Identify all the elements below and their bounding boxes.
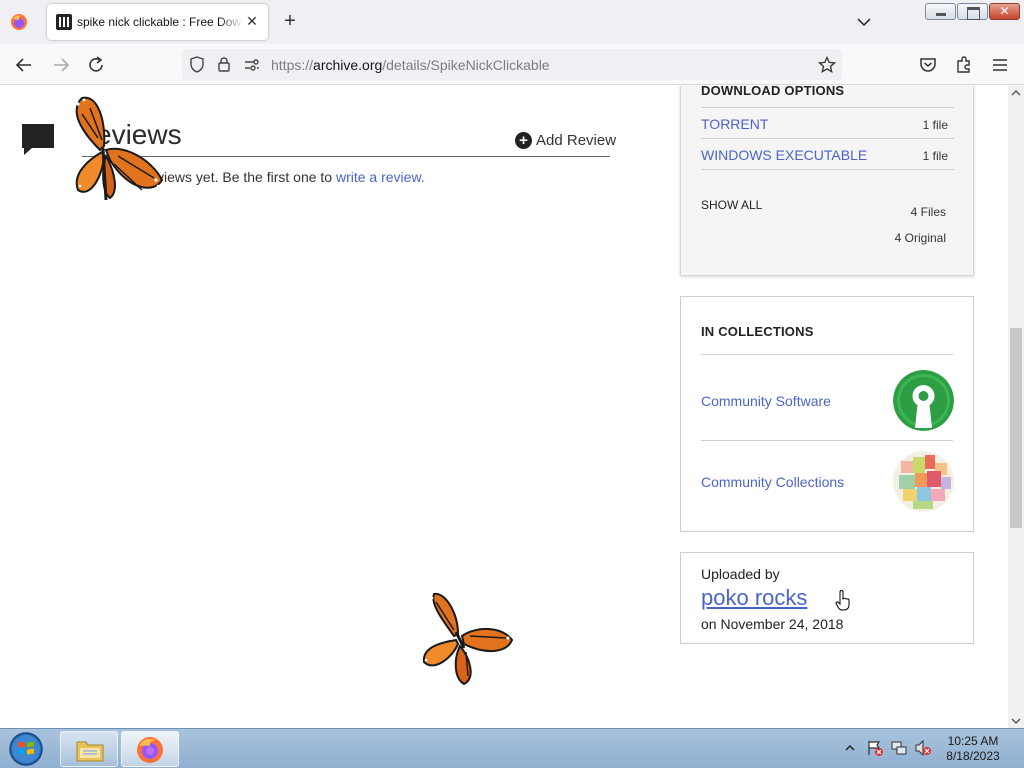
tab-title: spike nick clickable : Free Download, Bo…	[77, 15, 243, 29]
taskbar-clock[interactable]: 10:25 AM 8/18/2023	[944, 734, 1002, 764]
collections-panel: IN COLLECTIONS Community Software Commun…	[680, 296, 974, 532]
hand-cursor-icon	[835, 590, 850, 611]
clock-time: 10:25 AM	[947, 734, 999, 748]
shield-icon[interactable]	[189, 56, 205, 73]
taskbar: 10:25 AM 8/18/2023	[0, 728, 1024, 768]
page-content: eviews + Add Review Treviews yet. Be the…	[0, 86, 1008, 728]
add-review-label: Add Review	[536, 132, 617, 149]
bookmark-star-icon[interactable]	[818, 56, 836, 74]
volume-muted-icon[interactable]	[914, 739, 932, 757]
clock-date: 8/18/2023	[946, 749, 1000, 763]
download-row: WINDOWS EXECUTABLE 1 file	[701, 138, 954, 169]
scrollbar-thumb[interactable]	[1010, 328, 1022, 528]
original-files-count: 4 Original	[894, 231, 946, 245]
tab-close-icon[interactable]: ✕	[244, 13, 260, 29]
address-bar[interactable]: https://archive.org/details/SpikeNickCli…	[182, 49, 842, 80]
collection-link-community-software[interactable]: Community Software	[701, 393, 831, 409]
download-divider	[701, 169, 954, 170]
download-torrent-link[interactable]: TORRENT	[701, 116, 768, 132]
minimize-button[interactable]	[925, 3, 956, 20]
collection-link-community-collections[interactable]: Community Collections	[701, 474, 844, 490]
keyhole-logo-icon[interactable]	[893, 370, 954, 431]
scroll-down-arrow-icon[interactable]	[1011, 716, 1021, 726]
collections-divider	[701, 354, 953, 355]
action-center-flag-icon[interactable]	[866, 739, 884, 757]
upload-date: on November 24, 2018	[701, 616, 844, 632]
download-row: TORRENT 1 file	[701, 107, 954, 138]
download-options-panel: DOWNLOAD OPTIONS TORRENT 1 file WINDOWS …	[680, 86, 974, 276]
uploaded-by-label: Uploaded by	[701, 566, 780, 582]
speech-bubble-icon	[22, 124, 54, 155]
active-tab[interactable]: spike nick clickable : Free Download, Bo…	[47, 4, 268, 40]
show-hidden-icons-icon[interactable]	[844, 743, 856, 753]
total-files-count: 4 Files	[910, 205, 946, 219]
permissions-icon[interactable]	[244, 57, 260, 73]
forward-arrow-icon[interactable]	[51, 55, 71, 75]
plus-circle-icon: +	[515, 132, 532, 149]
navigation-bar: https://archive.org/details/SpikeNickCli…	[0, 44, 1024, 85]
internet-archive-icon	[56, 14, 72, 30]
show-all-link[interactable]: SHOW ALL	[701, 198, 762, 212]
windows-start-icon[interactable]	[6, 731, 46, 767]
back-arrow-icon[interactable]	[14, 55, 34, 75]
uploader-panel: Uploaded by poko rocks on November 24, 2…	[680, 552, 974, 644]
taskbar-firefox-button[interactable]	[121, 731, 179, 767]
write-review-link[interactable]: write a review.	[336, 169, 425, 185]
hamburger-menu-icon[interactable]	[990, 55, 1010, 75]
uploader-link[interactable]: poko rocks	[701, 585, 807, 611]
firefox-icon	[137, 737, 163, 763]
reload-icon[interactable]	[86, 55, 106, 75]
tab-strip: spike nick clickable : Free Download, Bo…	[0, 0, 1024, 44]
chevron-down-icon[interactable]	[855, 13, 873, 31]
pocket-icon[interactable]	[918, 55, 938, 75]
collections-divider	[701, 440, 953, 441]
no-reviews-text: reviews yet. Be the first one to	[144, 169, 333, 185]
add-review-button[interactable]: + Add Review	[515, 132, 616, 149]
page-scrollbar[interactable]	[1008, 86, 1024, 728]
extensions-icon[interactable]	[954, 55, 974, 75]
lock-icon[interactable]	[217, 56, 231, 73]
url-text: https://archive.org/details/SpikeNickCli…	[271, 57, 550, 73]
close-window-button[interactable]: ✕	[989, 3, 1020, 20]
restore-button[interactable]	[957, 3, 988, 20]
new-tab-button[interactable]: +	[280, 11, 300, 31]
taskbar-file-explorer-button[interactable]	[60, 731, 118, 767]
download-options-heading: DOWNLOAD OPTIONS	[701, 86, 845, 98]
butterfly-icon	[75, 96, 164, 200]
download-windows-executable-link[interactable]: WINDOWS EXECUTABLE	[701, 147, 867, 163]
folder-icon	[76, 741, 104, 762]
download-file-count: 1 file	[922, 118, 948, 132]
collections-heading: IN COLLECTIONS	[701, 324, 814, 339]
network-icon[interactable]	[890, 739, 908, 757]
butterfly-icon	[422, 592, 514, 686]
firefox-view-icon[interactable]	[10, 13, 28, 31]
collage-logo-icon[interactable]	[893, 451, 954, 512]
scroll-up-arrow-icon[interactable]	[1011, 88, 1021, 98]
download-file-count: 1 file	[922, 149, 948, 163]
